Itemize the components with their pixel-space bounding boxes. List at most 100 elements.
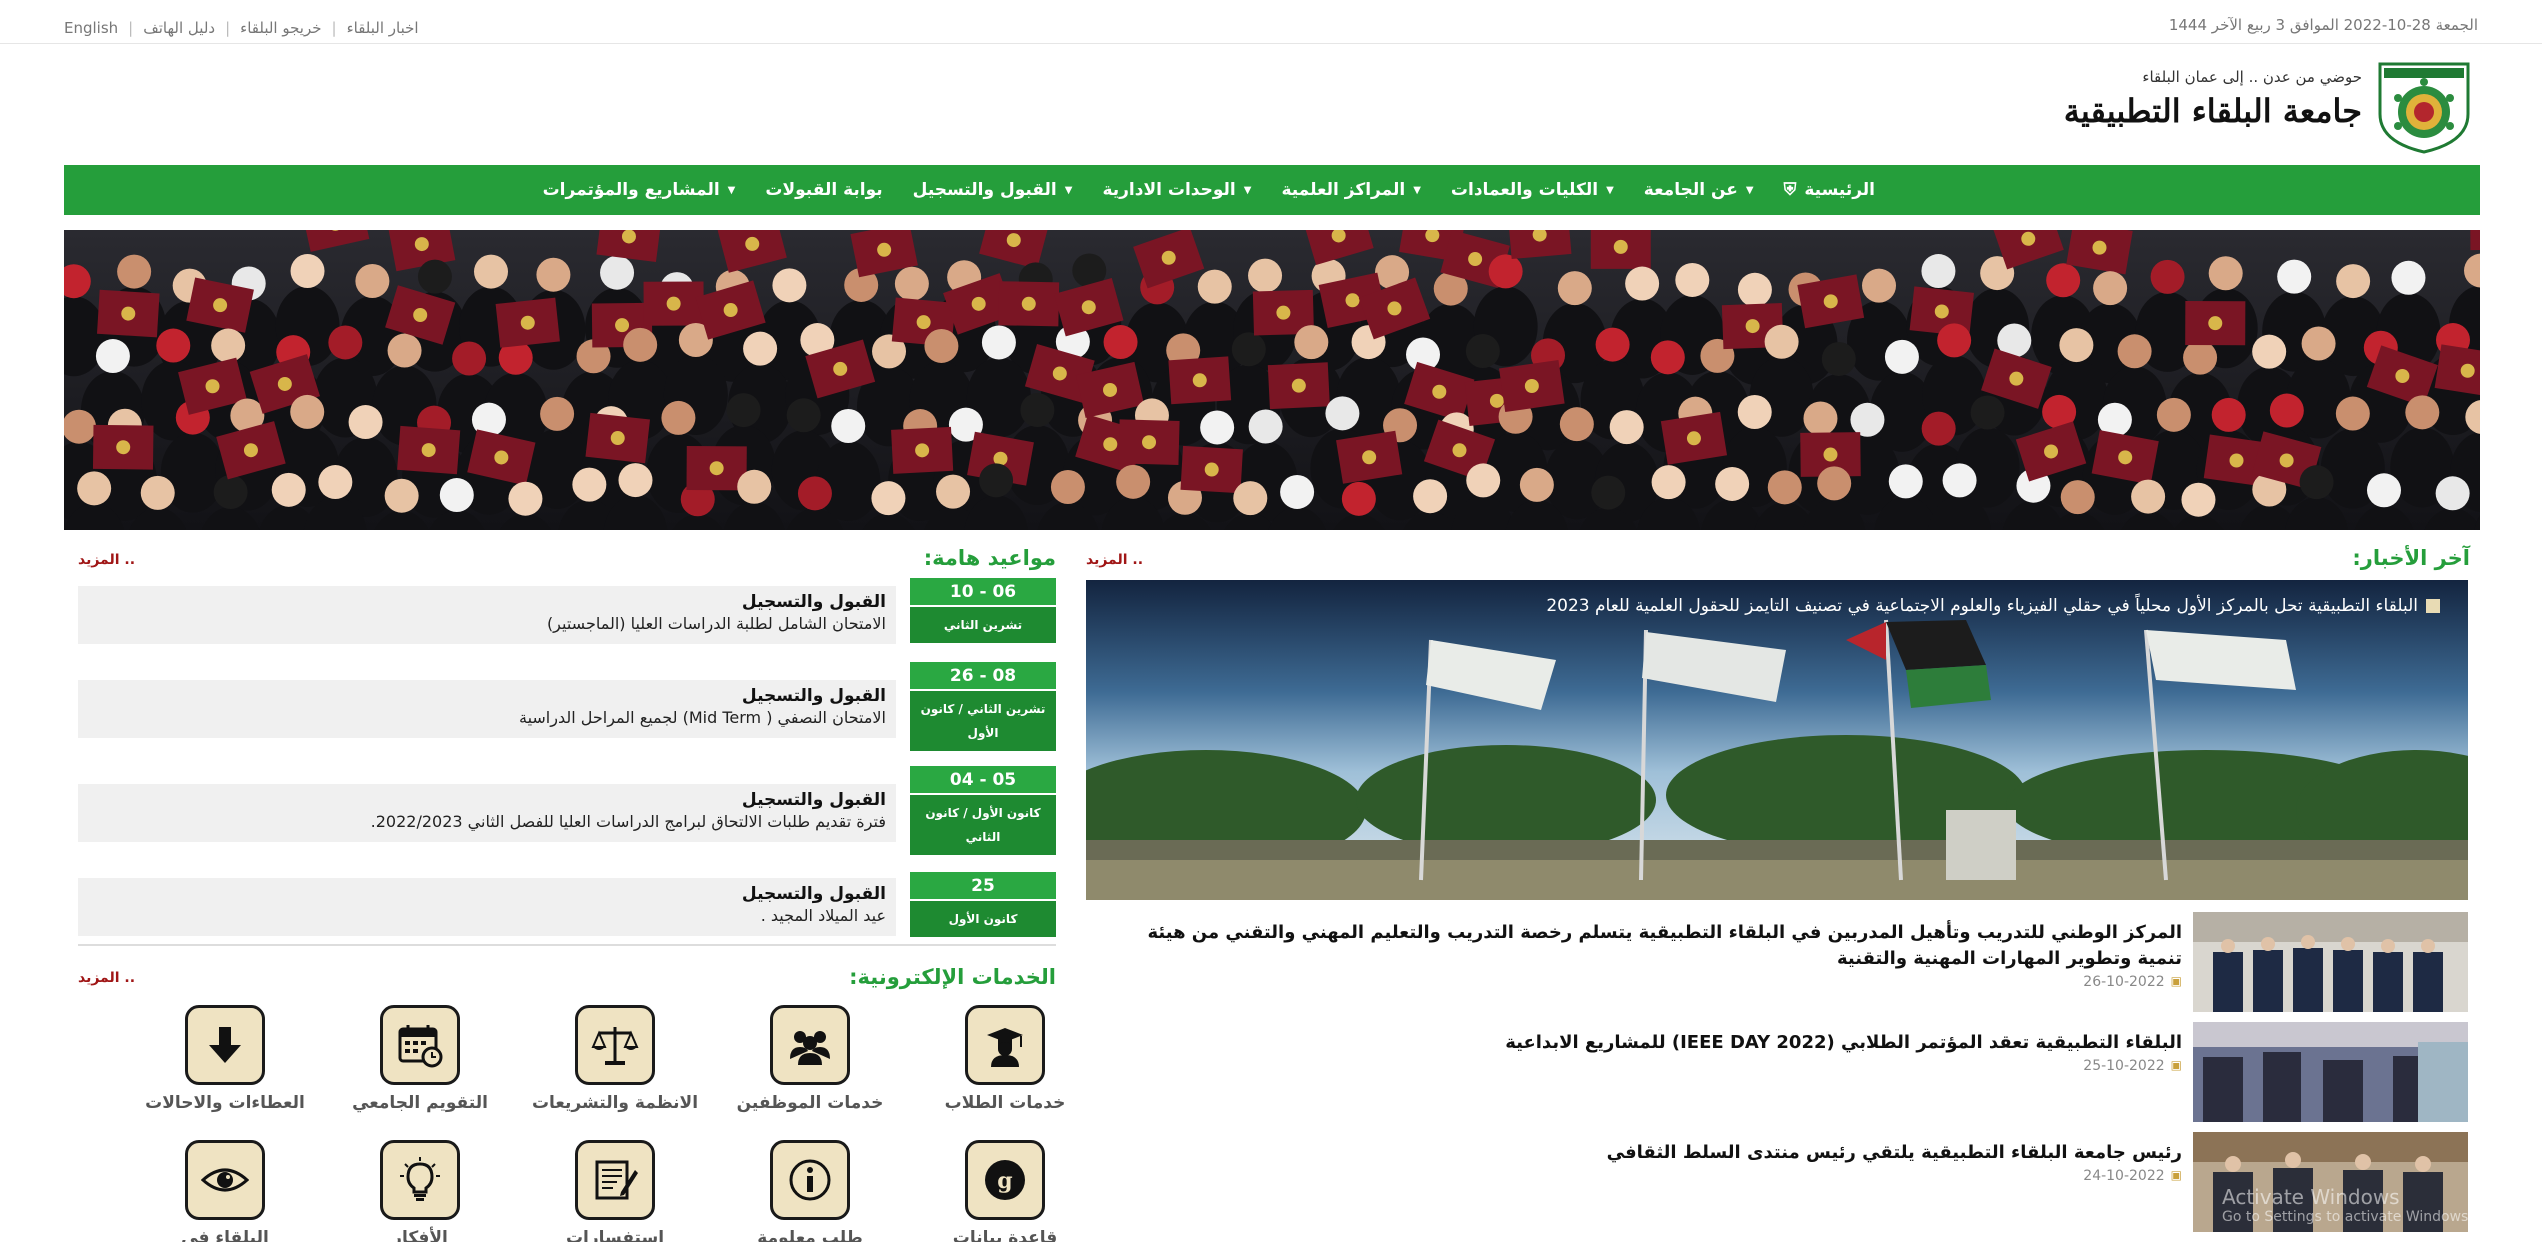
nav-admin-units[interactable]: الوحدات الادارية ▼ bbox=[1087, 180, 1266, 200]
service-inquiries[interactable]: استفسارات bbox=[530, 1140, 700, 1242]
news-section-title: آخر الأخبار: bbox=[2352, 546, 2470, 570]
nav-label: القبول والتسجيل bbox=[912, 180, 1057, 200]
nav-label: الوحدات الادارية bbox=[1102, 180, 1236, 200]
chevron-down-icon: ▼ bbox=[1064, 184, 1073, 196]
nav-projects[interactable]: المشاريع والمؤتمرات ▼ bbox=[528, 180, 751, 200]
event-body: القبول والتسجيل عيد الميلاد المجيد . bbox=[78, 878, 896, 936]
nav-label: الرئيسية bbox=[1804, 180, 1875, 200]
news-text: البلقاء التطبيقية تعقد المؤتمر الطلابي (… bbox=[1122, 1030, 2182, 1074]
service-balqa-in[interactable]: البلقاء في bbox=[140, 1140, 310, 1242]
phone-directory-link[interactable]: دليل الهاتف bbox=[143, 19, 215, 37]
nav-label: عن الجامعة bbox=[1643, 180, 1738, 200]
featured-news[interactable]: البلقاء التطبيقية تحل بالمركز الأول محلي… bbox=[1086, 580, 2468, 900]
student-icon bbox=[965, 1005, 1045, 1085]
news-more-link[interactable]: المزيد .. bbox=[1086, 552, 1143, 568]
event-category: القبول والتسجيل bbox=[741, 686, 886, 706]
event-description[interactable]: عيد الميلاد المجيد . bbox=[88, 906, 886, 925]
form-icon bbox=[575, 1140, 655, 1220]
news-item[interactable]: البلقاء التطبيقية تعقد المؤتمر الطلابي (… bbox=[1086, 1022, 2468, 1122]
service-label: خدمات الموظفين bbox=[736, 1093, 884, 1113]
news-date-text: 25-10-2022 bbox=[2083, 1058, 2165, 1074]
news-headline[interactable]: رئيس جامعة البلقاء التطبيقية يلتقي رئيس … bbox=[1122, 1140, 2182, 1166]
service-info-request[interactable]: طلب معلومة bbox=[725, 1140, 895, 1242]
database-icon: g bbox=[965, 1140, 1045, 1220]
service-label: البلقاء في bbox=[181, 1228, 269, 1242]
services-more-link[interactable]: المزيد .. bbox=[78, 970, 135, 986]
featured-caption[interactable]: البلقاء التطبيقية تحل بالمركز الأول محلي… bbox=[1546, 596, 2440, 616]
nav-home[interactable]: ⛨ الرئيسية bbox=[1769, 180, 1890, 200]
staff-icon bbox=[770, 1005, 850, 1085]
service-staff[interactable]: خدمات الموظفين bbox=[725, 1005, 895, 1115]
service-label: العطاءات والاحالات bbox=[145, 1093, 305, 1113]
event-date: 26 - 08 تشرين الثاني / كانون الأول bbox=[910, 662, 1056, 751]
watermark-line: Go to Settings to activate Windows. bbox=[2222, 1209, 2473, 1225]
chevron-down-icon: ▼ bbox=[1745, 184, 1754, 196]
bullet-icon bbox=[2426, 599, 2440, 613]
nav-faculties[interactable]: الكليات والعمادات ▼ bbox=[1436, 180, 1629, 200]
news-text: رئيس جامعة البلقاء التطبيقية يلتقي رئيس … bbox=[1122, 1140, 2182, 1184]
news-headline[interactable]: البلقاء التطبيقية تعقد المؤتمر الطلابي (… bbox=[1122, 1030, 2182, 1056]
calendar-icon: ▣ bbox=[2170, 1168, 2182, 1182]
nav-label: المراكز العلمية bbox=[1281, 180, 1406, 200]
news-thumbnail[interactable] bbox=[2193, 912, 2468, 1012]
info-icon bbox=[770, 1140, 850, 1220]
nav-about[interactable]: عن الجامعة ▼ bbox=[1629, 180, 1769, 200]
university-name[interactable]: جامعة البلقاء التطبيقية bbox=[2064, 92, 2362, 130]
news-thumbnail[interactable] bbox=[2193, 1022, 2468, 1122]
event-month: تشرين الثاني / كانون الأول bbox=[910, 691, 1056, 751]
top-links: English | دليل الهاتف | خريجو البلقاء | … bbox=[64, 19, 419, 37]
event-date: 10 - 06 تشرين الثاني bbox=[910, 578, 1056, 643]
events-more-link[interactable]: المزيد .. bbox=[78, 552, 135, 568]
service-calendar[interactable]: التقويم الجامعي bbox=[335, 1005, 505, 1115]
chevron-down-icon: ▼ bbox=[1413, 184, 1421, 196]
eye-icon bbox=[185, 1140, 265, 1220]
watermark-line: Activate Windows bbox=[2222, 1185, 2400, 1209]
news-link[interactable]: اخبار البلقاء bbox=[347, 19, 419, 37]
news-date: ▣ 24-10-2022 bbox=[1122, 1168, 2182, 1184]
service-database[interactable]: g قاعدة بيانات bbox=[920, 1140, 1090, 1242]
service-label: استفسارات bbox=[565, 1228, 665, 1242]
current-date: الجمعة 28-10-2022 الموافق 3 ربيع الآخر 1… bbox=[2168, 16, 2478, 34]
news-text: المركز الوطني للتدريب وتأهيل المدربين في… bbox=[1122, 920, 2182, 990]
service-ideas[interactable]: الأفكار bbox=[335, 1140, 505, 1242]
svg-text:g: g bbox=[997, 1168, 1012, 1194]
event-category: القبول والتسجيل bbox=[741, 790, 886, 810]
separator: | bbox=[225, 19, 231, 37]
event-description[interactable]: فترة تقديم طلبات الالتحاق لبرامج الدراسا… bbox=[88, 812, 886, 831]
service-student[interactable]: خدمات الطلاب bbox=[920, 1005, 1090, 1115]
calendar-icon: ▣ bbox=[2170, 1058, 2182, 1072]
nav-admission[interactable]: القبول والتسجيل ▼ bbox=[898, 180, 1088, 200]
english-link[interactable]: English bbox=[64, 19, 118, 37]
graduation-photo bbox=[64, 230, 2480, 530]
hero-banner bbox=[64, 230, 2480, 530]
event-description[interactable]: الامتحان النصفي ( Mid Term) لجميع المراح… bbox=[88, 708, 886, 727]
event-day: 04 - 05 bbox=[910, 766, 1056, 795]
service-label: قاعدة بيانات bbox=[952, 1228, 1058, 1242]
idea-icon bbox=[380, 1140, 460, 1220]
university-logo[interactable] bbox=[2374, 58, 2474, 154]
home-icon: ⛨ bbox=[1783, 180, 1797, 200]
download-icon bbox=[185, 1005, 265, 1085]
event-date: 25 كانون الأول bbox=[910, 872, 1056, 937]
service-regulations[interactable]: الانظمة والتشريعات bbox=[530, 1005, 700, 1115]
nav-centers[interactable]: المراكز العلمية ▼ bbox=[1266, 180, 1435, 200]
event-description[interactable]: الامتحان الشامل لطلبة الدراسات العليا (ا… bbox=[88, 614, 886, 633]
chevron-down-icon: ▼ bbox=[727, 184, 736, 196]
service-label: الأفكار bbox=[392, 1228, 448, 1242]
event-day: 25 bbox=[910, 872, 1056, 901]
event-category: القبول والتسجيل bbox=[741, 592, 886, 612]
separator: | bbox=[331, 19, 337, 37]
service-tenders[interactable]: العطاءات والاحالات bbox=[140, 1005, 310, 1115]
news-date-text: 24-10-2022 bbox=[2083, 1168, 2165, 1184]
event-body: القبول والتسجيل الامتحان النصفي ( Mid Te… bbox=[78, 680, 896, 738]
service-label: التقويم الجامعي bbox=[352, 1093, 488, 1113]
nav-admission-portal[interactable]: بوابة القبولات bbox=[750, 180, 897, 200]
nav-label: المشاريع والمؤتمرات bbox=[542, 180, 720, 200]
news-headline[interactable]: المركز الوطني للتدريب وتأهيل المدربين في… bbox=[1122, 920, 2182, 972]
nav-label: الكليات والعمادات bbox=[1450, 180, 1599, 200]
chevron-down-icon: ▼ bbox=[1243, 184, 1252, 196]
services-section-title: الخدمات الإلكترونية: bbox=[849, 965, 1056, 989]
events-section-title: مواعيد هامة: bbox=[923, 546, 1056, 570]
news-item[interactable]: المركز الوطني للتدريب وتأهيل المدربين في… bbox=[1086, 912, 2468, 1012]
alumni-link[interactable]: خريجو البلقاء bbox=[240, 19, 321, 37]
